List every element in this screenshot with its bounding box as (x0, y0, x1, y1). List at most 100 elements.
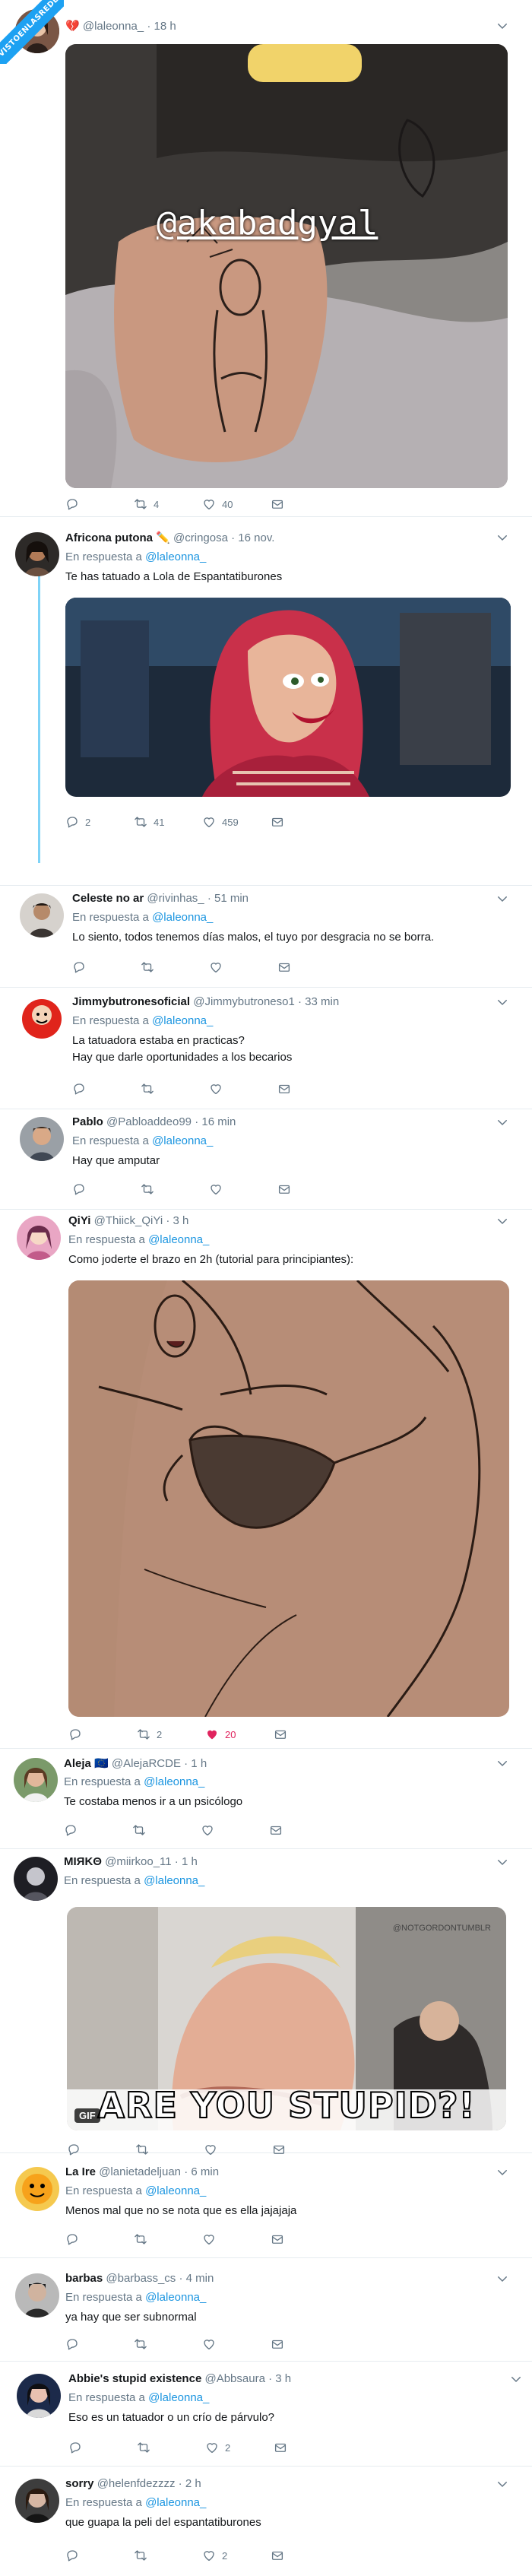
reply-button[interactable] (68, 1727, 137, 1741)
avatar[interactable] (14, 1857, 58, 1901)
like-button[interactable] (202, 2337, 271, 2351)
user-name[interactable]: Aleja 🇪🇺 (64, 1757, 109, 1770)
user-name[interactable]: QiYi (68, 1214, 90, 1227)
tweet-reply[interactable]: Aleja 🇪🇺 @AlejaRCDE · 1 h En respuesta a… (0, 1749, 532, 1849)
timestamp[interactable]: · 1 h (184, 1757, 207, 1770)
reply-to-link[interactable]: @laleonna_ (148, 1233, 209, 1246)
user-name[interactable]: Celeste no ar (72, 892, 144, 905)
reply-button[interactable] (72, 1082, 141, 1096)
timestamp[interactable]: · 6 min (184, 2165, 219, 2178)
retweet-button[interactable] (134, 2549, 202, 2562)
like-button[interactable] (209, 960, 277, 974)
user-handle[interactable]: @Abbsaura (204, 2372, 264, 2385)
dm-button[interactable] (274, 1727, 342, 1741)
like-button[interactable] (201, 1823, 269, 1837)
like-button[interactable] (202, 2232, 271, 2246)
avatar[interactable] (14, 1758, 58, 1802)
chevron-down-icon[interactable] (496, 1855, 509, 1869)
user-handle[interactable]: @laleonna_ (83, 20, 144, 33)
timestamp[interactable]: · 16 nov. (231, 531, 274, 544)
chevron-down-icon[interactable] (496, 2165, 509, 2179)
tweet-reply[interactable]: La Ire @lanietadeljuan · 6 min En respue… (0, 2153, 532, 2258)
timestamp[interactable]: · 18 h (147, 20, 176, 33)
timestamp[interactable]: · 1 h (175, 1855, 198, 1868)
tweet-reply[interactable]: Africona putona ✏️ @cringosa · 16 nov. E… (0, 517, 532, 886)
retweet-button[interactable] (141, 1082, 209, 1096)
dm-button[interactable] (277, 1182, 346, 1196)
reply-to-link[interactable]: @laleonna_ (152, 1014, 213, 1027)
avatar[interactable] (15, 2273, 59, 2317)
timestamp[interactable]: · 33 min (298, 995, 339, 1008)
user-handle[interactable]: @lanietadeljuan (99, 2165, 181, 2178)
timestamp[interactable]: · 51 min (207, 892, 249, 905)
user-name[interactable]: Jimmybutronesoficial (72, 995, 190, 1008)
tweet-photo[interactable] (68, 1280, 509, 1717)
dm-button[interactable] (269, 1823, 337, 1837)
tweet-reply[interactable]: Jimmybutronesoficial @Jimmybutroneso1 · … (0, 988, 532, 1109)
dm-button[interactable] (271, 2232, 339, 2246)
tweet-original[interactable]: 💔 @laleonna_ · 18 h @akabadgyal 4 40 (0, 0, 532, 517)
avatar[interactable] (15, 2479, 59, 2523)
dm-button[interactable] (277, 960, 346, 974)
chevron-down-icon[interactable] (496, 531, 509, 544)
dm-button[interactable] (271, 815, 339, 829)
tweet-gif[interactable]: @NOTGORDONTUMBLR ARE YOU STUPID?! GIF (67, 1907, 506, 2130)
chevron-down-icon[interactable] (496, 19, 509, 33)
tweet-reply[interactable]: MIЯKΘ @miirkoo_11 · 1 h En respuesta a @… (0, 1849, 532, 2153)
like-button[interactable]: 2 (205, 2441, 274, 2454)
tweet-reply[interactable]: Pablo @Pabloaddeo99 · 16 min En respuest… (0, 1109, 532, 1210)
chevron-down-icon[interactable] (496, 1115, 509, 1129)
reply-to-link[interactable]: @laleonna_ (145, 550, 206, 563)
reply-button[interactable] (68, 2441, 137, 2454)
avatar[interactable] (15, 2167, 59, 2211)
retweet-button[interactable] (134, 2337, 202, 2351)
avatar[interactable] (20, 893, 64, 937)
chevron-down-icon[interactable] (509, 2372, 523, 2386)
reply-to-link[interactable]: @laleonna_ (145, 2496, 206, 2509)
tweet-photo[interactable]: @akabadgyal (65, 44, 508, 488)
chevron-down-icon[interactable] (496, 2477, 509, 2491)
tweet-reply[interactable]: barbas @barbass_cs · 4 min En respuesta … (0, 2258, 532, 2362)
tweet-reply[interactable]: Celeste no ar @rivinhas_ · 51 min En res… (0, 886, 532, 988)
timestamp[interactable]: · 3 h (268, 2372, 291, 2385)
reply-button[interactable] (72, 1182, 141, 1196)
user-handle[interactable]: @Jimmybutroneso1 (193, 995, 295, 1008)
user-handle[interactable]: @AlejaRCDE (112, 1757, 181, 1770)
retweet-button[interactable] (141, 960, 209, 974)
tweet-reply[interactable]: Abbie's stupid existence @Abbsaura · 3 h… (0, 2362, 532, 2467)
retweet-button[interactable] (141, 1182, 209, 1196)
user-handle[interactable]: @cringosa (173, 531, 228, 544)
user-name[interactable]: sorry (65, 2477, 94, 2490)
tweet-reply[interactable]: sorry @helenfdezzzz · 2 h En respuesta a… (0, 2467, 532, 2576)
chevron-down-icon[interactable] (496, 2272, 509, 2286)
reply-to-link[interactable]: @laleonna_ (144, 1775, 204, 1788)
dm-button[interactable] (271, 2337, 339, 2351)
reply-button[interactable] (65, 497, 134, 511)
like-button[interactable]: 2 (202, 2549, 271, 2562)
user-handle[interactable]: @Pabloaddeo99 (106, 1115, 192, 1128)
retweet-button[interactable]: 4 (134, 497, 202, 511)
user-name[interactable]: Africona putona ✏️ (65, 531, 170, 544)
like-button[interactable]: 459 (202, 815, 271, 829)
like-button[interactable]: 40 (202, 497, 271, 511)
chevron-down-icon[interactable] (496, 892, 509, 906)
dm-button[interactable] (271, 2549, 339, 2562)
user-handle[interactable]: @Thiick_QiYi (94, 1214, 163, 1227)
avatar[interactable] (15, 532, 59, 576)
chevron-down-icon[interactable] (496, 1756, 509, 1770)
reply-to-link[interactable]: @laleonna_ (145, 2184, 206, 2197)
timestamp[interactable]: · 16 min (195, 1115, 236, 1128)
reply-to-link[interactable]: @laleonna_ (152, 911, 213, 924)
chevron-down-icon[interactable] (496, 995, 509, 1009)
reply-to-link[interactable]: @laleonna_ (148, 2391, 209, 2404)
reply-button[interactable] (65, 2549, 134, 2562)
tweet-photo[interactable] (65, 598, 511, 797)
user-handle[interactable]: @helenfdezzzz (97, 2477, 176, 2490)
timestamp[interactable]: · 3 h (166, 1214, 188, 1227)
user-handle[interactable]: @barbass_cs (106, 2272, 176, 2285)
user-name[interactable]: La Ire (65, 2165, 96, 2178)
reply-to-link[interactable]: @laleonna_ (152, 1134, 213, 1147)
reply-to-link[interactable]: @laleonna_ (144, 1874, 204, 1887)
dm-button[interactable] (271, 497, 339, 511)
timestamp[interactable]: · 2 h (179, 2477, 201, 2490)
